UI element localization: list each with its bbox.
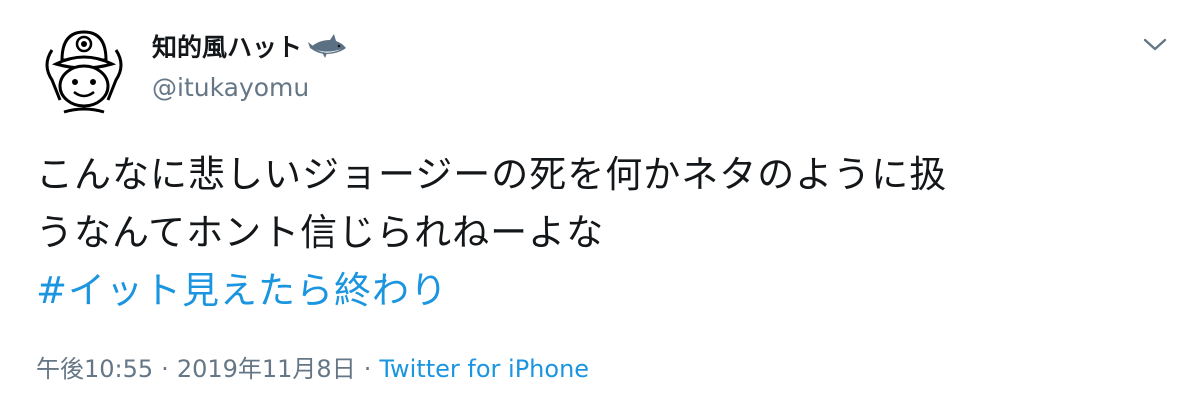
username[interactable]: @itukayomu <box>152 73 309 102</box>
tweet-metadata: 午後10:55 · 2019年11月8日 · Twitter for iPhone <box>36 349 589 384</box>
hashtag-link[interactable]: #イット見えたら終わり <box>36 262 448 320</box>
tweet-date[interactable]: 2019年11月8日 <box>177 355 356 383</box>
tweet-time[interactable]: 午後10:55 <box>36 355 153 383</box>
tweet-card: 知的風ハット @itukayomu こんなに悲しいジョージーの死を何かネタのよう… <box>0 0 1200 403</box>
meta-separator: · <box>363 355 372 383</box>
tweet-source-link[interactable]: Twitter for iPhone <box>379 355 589 383</box>
display-name[interactable]: 知的風ハット <box>152 28 348 64</box>
tweet-text-line: うなんてホント信じられねーよな <box>36 211 605 254</box>
tweet-text-line: こんなに悲しいジョージーの死を何かネタのように扱 <box>36 153 948 196</box>
chevron-down-icon[interactable] <box>1140 32 1170 56</box>
hat-character-avatar-icon <box>34 20 134 120</box>
shark-icon <box>308 34 347 58</box>
display-name-text: 知的風ハット <box>152 33 303 62</box>
meta-separator: · <box>161 355 169 383</box>
tweet-text: こんなに悲しいジョージーの死を何かネタのように扱 うなんてホント信じられねーよな <box>36 146 1166 262</box>
avatar[interactable] <box>34 20 134 120</box>
